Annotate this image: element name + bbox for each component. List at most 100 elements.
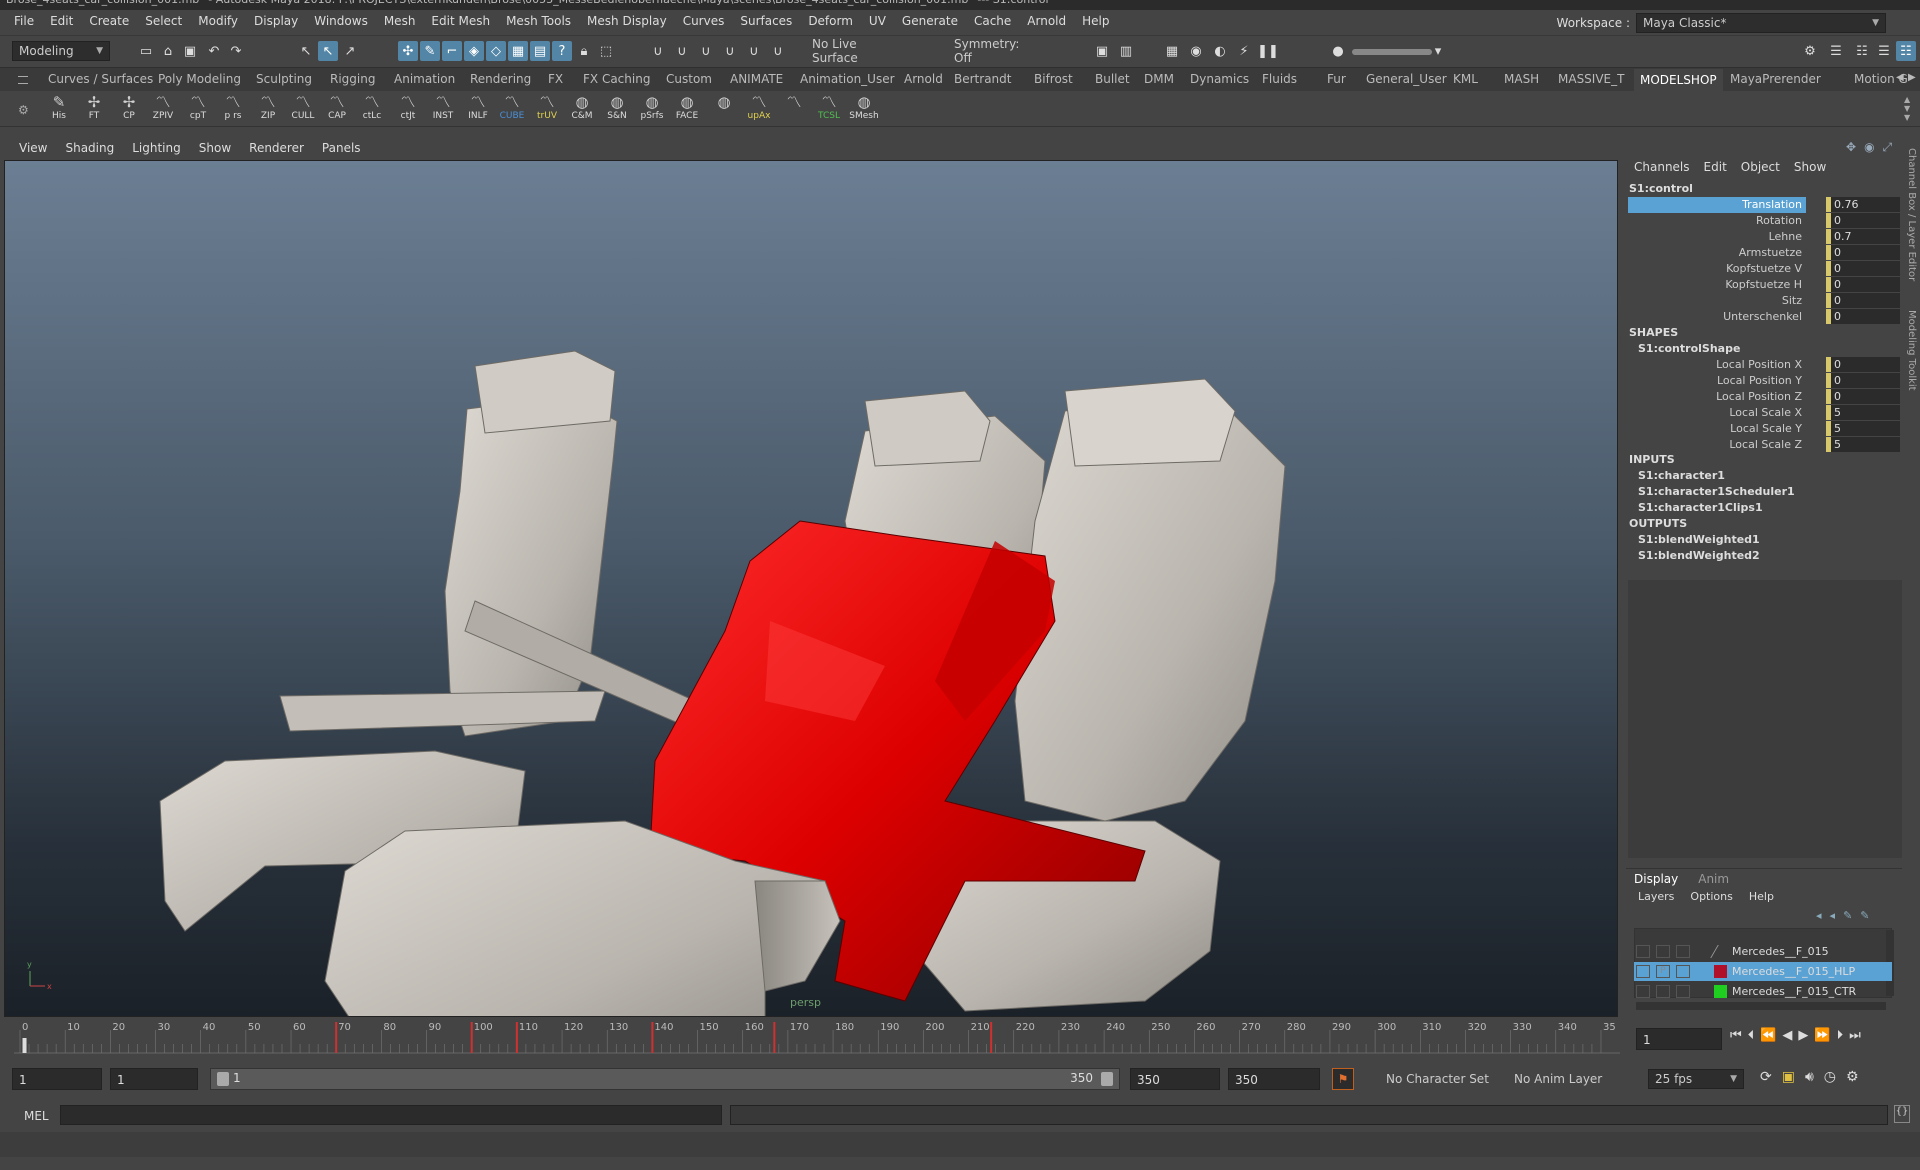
command-input[interactable] <box>60 1105 722 1125</box>
channel-menu-object[interactable]: Object <box>1741 160 1780 174</box>
layer-visibility-toggle[interactable] <box>1636 965 1650 978</box>
menu-deform[interactable]: Deform <box>800 14 861 28</box>
snap-live-icon[interactable]: ◇ <box>486 41 506 61</box>
shelf-tab[interactable]: Fluids <box>1262 72 1297 86</box>
chevron-right-icon[interactable]: ▶ <box>1908 72 1916 83</box>
magnet-icon[interactable]: ∪ <box>768 41 788 61</box>
keyframe-marker[interactable] <box>651 1022 654 1053</box>
layer-menu-help[interactable]: Help <box>1749 890 1774 903</box>
snap-grid-icon[interactable]: ✣ <box>398 41 418 61</box>
fps-dropdown[interactable]: 25 fps ▼ <box>1648 1069 1744 1089</box>
menu-set-dropdown[interactable]: Modeling ▼ <box>12 41 110 61</box>
viewport-persp[interactable]: y x <box>4 160 1618 1017</box>
keyframe-marker[interactable] <box>470 1022 473 1053</box>
snap-curve-icon[interactable]: ✎ <box>420 41 440 61</box>
keyframe-marker[interactable] <box>335 1022 338 1053</box>
shelf-button[interactable]: 〽 ctJt <box>393 93 423 127</box>
menu-curves[interactable]: Curves <box>675 14 733 28</box>
shelf-tab[interactable]: FX <box>548 72 563 86</box>
cache-icon[interactable]: ▣ <box>1782 1069 1795 1085</box>
timer-icon[interactable]: ◷ <box>1824 1069 1836 1085</box>
layer-color-swatch[interactable] <box>1714 985 1727 998</box>
menu-generate[interactable]: Generate <box>894 14 966 28</box>
shelf-button[interactable]: ◍ pSrfs <box>637 93 667 127</box>
channel-row[interactable]: Sitz 0 <box>1626 293 1902 309</box>
menu-arnold[interactable]: Arnold <box>1019 14 1074 28</box>
layer-visibility-toggle[interactable] <box>1636 985 1650 998</box>
shelf-tab[interactable]: MASH <box>1504 72 1539 86</box>
shelf-button[interactable]: ✎ His <box>44 93 74 127</box>
play-backward-icon[interactable]: ◀ <box>1782 1028 1792 1043</box>
pin-icon[interactable]: ⤢ <box>1883 140 1893 155</box>
play-forward-icon[interactable]: ▶ <box>1798 1028 1808 1043</box>
current-frame-field[interactable]: 1 <box>1636 1028 1722 1050</box>
shelf-button[interactable]: 〽 ZPIV <box>148 93 178 127</box>
move-layer-up-icon[interactable]: ◂ <box>1816 909 1822 922</box>
layer-visibility-toggle[interactable] <box>1636 945 1650 958</box>
shelf-tab[interactable]: ANIMATE <box>730 72 783 86</box>
panel-menu-lighting[interactable]: Lighting <box>123 141 190 155</box>
user-icon[interactable]: ● <box>1328 41 1348 61</box>
menu-create[interactable]: Create <box>81 14 137 28</box>
shelf-tab[interactable]: MayaPrerender <box>1730 72 1821 86</box>
shelf-button[interactable]: 〽 CUBE <box>497 93 527 127</box>
shelf-tab[interactable]: General_User <box>1366 72 1447 86</box>
select-camera-icon[interactable]: ⬚ <box>596 41 616 61</box>
menu-file[interactable]: File <box>6 14 42 28</box>
new-layer-selected-icon[interactable]: ✎ <box>1860 909 1869 922</box>
channel-row[interactable]: Rotation 0 <box>1626 213 1902 229</box>
pause-icon[interactable]: ❚❚ <box>1257 41 1279 61</box>
go-to-start-icon[interactable]: ⏮ <box>1730 1028 1742 1043</box>
shelf-tab[interactable]: Sculpting <box>256 72 312 86</box>
layer-type-toggle[interactable] <box>1676 945 1690 958</box>
shelf-tab[interactable]: MASSIVE_T <box>1558 72 1624 86</box>
display-icon[interactable]: ◉ <box>1864 140 1874 155</box>
step-forward-key-icon[interactable]: ⏩ <box>1814 1028 1830 1043</box>
shelf-button[interactable]: 〽 trUV <box>532 93 562 127</box>
snap-point-icon[interactable]: ⌐ <box>442 41 462 61</box>
shelf-tab[interactable]: Animation <box>394 72 455 86</box>
channel-row[interactable]: Local Scale Y 5 <box>1626 421 1902 437</box>
shelf-button[interactable]: ◍ S&N <box>602 93 632 127</box>
side-tab-modeling-toolkit[interactable]: Modeling Toolkit <box>1906 310 1917 391</box>
side-tab-channel-box[interactable]: Channel Box / Layer Editor <box>1906 148 1917 281</box>
layer-color-swatch[interactable] <box>1714 965 1727 978</box>
current-time-indicator[interactable] <box>22 1038 27 1053</box>
channel-row[interactable]: Translation 0.76 <box>1626 197 1902 213</box>
step-forward-icon[interactable]: ⏵ <box>1837 1028 1844 1043</box>
menu-mesh[interactable]: Mesh <box>376 14 424 28</box>
help-icon[interactable]: ? <box>552 41 572 61</box>
step-back-icon[interactable]: ⏴ <box>1748 1028 1755 1043</box>
render-view-icon[interactable]: ▣ <box>1092 41 1112 61</box>
layer-menu-layers[interactable]: Layers <box>1638 890 1674 903</box>
time-slider[interactable]: 0 10 20 30 40 50 60 70 80 90 100 110 120 130 140 150 160… <box>14 1020 1620 1054</box>
shelf-button[interactable]: 〽 p rs <box>218 93 248 127</box>
channel-value-field[interactable]: 0 <box>1826 245 1900 260</box>
shelf-settings-icon[interactable]: ⚙ <box>18 103 29 117</box>
channel-row[interactable]: Armstuetze 0 <box>1626 245 1902 261</box>
layer-color-swatch[interactable] <box>1710 945 1731 958</box>
layer-type-toggle[interactable] <box>1676 985 1690 998</box>
go-to-end-icon[interactable]: ⏭ <box>1849 1028 1861 1043</box>
menu-modify[interactable]: Modify <box>190 14 246 28</box>
layer-playback-toggle[interactable] <box>1656 945 1670 958</box>
shelf-tab[interactable]: Rendering <box>470 72 531 86</box>
anim-layer-field[interactable]: No Anim Layer <box>1508 1069 1628 1089</box>
channel-row[interactable]: Lehne 0.7 <box>1626 229 1902 245</box>
channel-value-field[interactable]: 5 <box>1826 405 1900 420</box>
move-layer-down-icon[interactable]: ◂ <box>1830 909 1836 922</box>
menu-uv[interactable]: UV <box>861 14 894 28</box>
shelf-button[interactable]: 〽 upAx <box>744 93 774 127</box>
layer-tab-anim[interactable]: Anim <box>1698 872 1729 886</box>
tool-settings-icon[interactable]: ☷ <box>1852 41 1872 61</box>
undo-icon[interactable]: ↶ <box>204 41 224 61</box>
history-toggle-icon[interactable]: ▤ <box>530 41 550 61</box>
channel-value-field[interactable]: 5 <box>1826 421 1900 436</box>
ipr-render-icon[interactable]: ▦ <box>1162 41 1182 61</box>
shape-node-name[interactable]: S1:controlShape <box>1638 342 1740 355</box>
channel-box-icon[interactable]: ☰ <box>1874 41 1894 61</box>
layer-row[interactable]: Mercedes__F_015_CTR <box>1634 982 1892 1001</box>
shelf-tab[interactable]: Bertrandt <box>954 72 1011 86</box>
keyframe-marker[interactable] <box>515 1022 518 1053</box>
redo-icon[interactable]: ↷ <box>226 41 246 61</box>
